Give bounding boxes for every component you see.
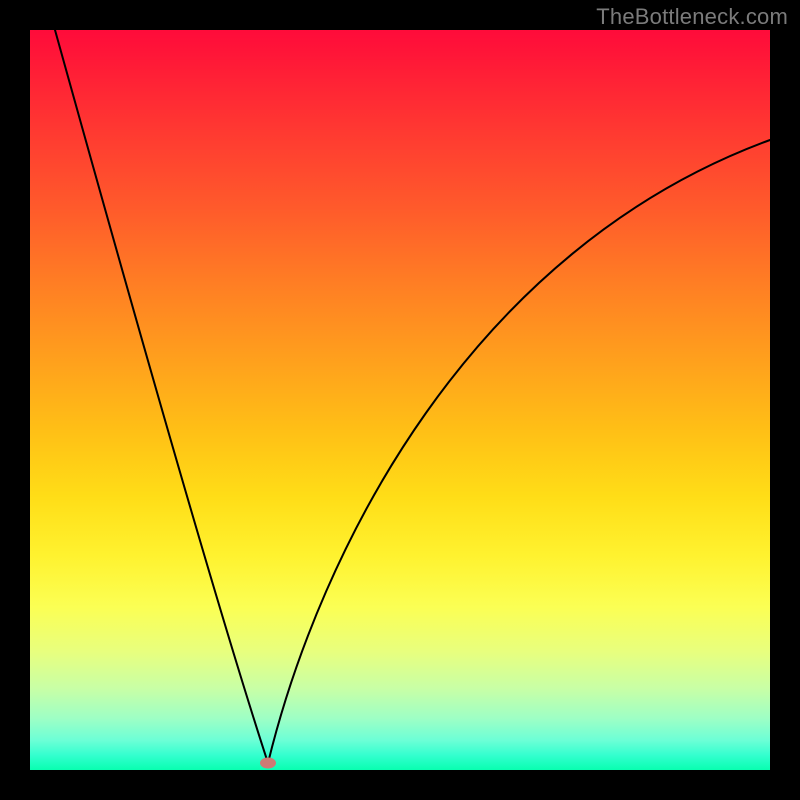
optimal-point-marker <box>260 758 276 769</box>
plot-area <box>30 30 770 770</box>
bottleneck-curve <box>30 30 770 770</box>
plot-inner <box>30 30 770 770</box>
watermark-text: TheBottleneck.com <box>596 4 788 30</box>
chart-frame: TheBottleneck.com <box>0 0 800 800</box>
curve-right-branch <box>268 140 770 763</box>
curve-left-branch <box>55 30 268 763</box>
